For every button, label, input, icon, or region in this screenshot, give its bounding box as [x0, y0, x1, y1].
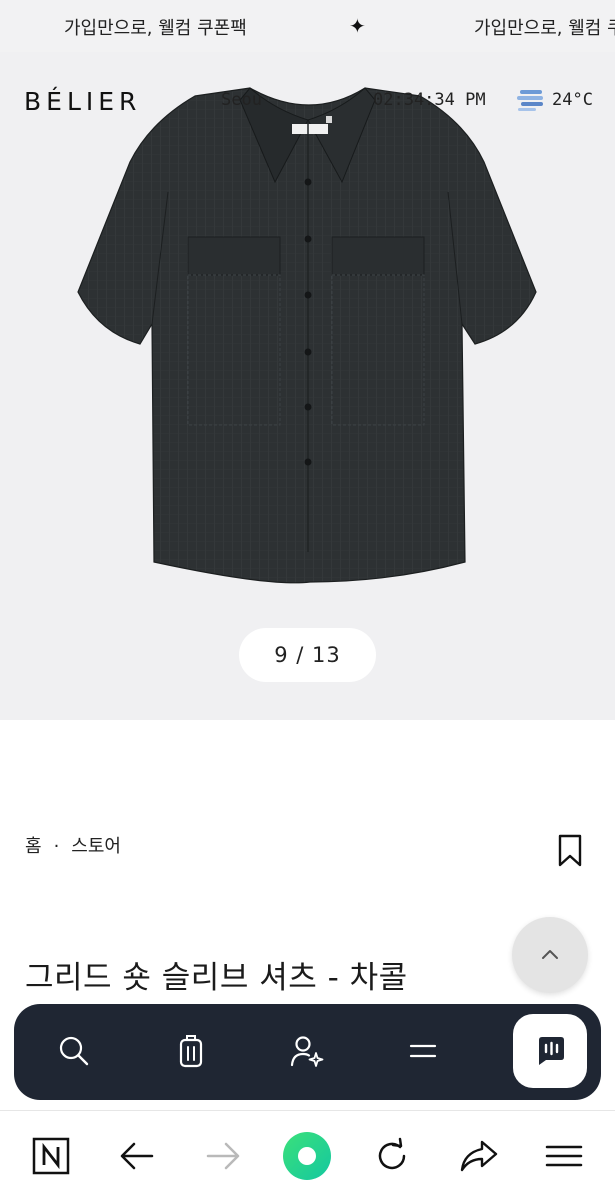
browser-forward-button[interactable] — [198, 1131, 248, 1181]
forward-arrow-icon — [206, 1142, 240, 1170]
refresh-icon — [378, 1137, 406, 1170]
browser-share-button[interactable] — [454, 1131, 504, 1181]
page: 가입만으로, 웰컴 쿠폰팩 ✦ 가입만으로, 웰컴 쿠 BÉLIER Seou … — [0, 0, 615, 1200]
marquee-text-2: 가입만으로, 웰컴 쿠 — [474, 18, 615, 39]
share-icon — [460, 1140, 498, 1172]
product-image[interactable] — [70, 82, 545, 587]
browser-refresh-button[interactable] — [367, 1131, 417, 1181]
hamburger-icon — [545, 1145, 583, 1167]
temperature: 24°C — [552, 90, 593, 110]
sparkle-icon: ✦ — [349, 14, 366, 38]
shopping-bag-icon — [179, 1035, 203, 1068]
chat-button[interactable] — [513, 1014, 587, 1088]
browser-menu-button[interactable] — [539, 1131, 589, 1181]
site-header: BÉLIER Seou 02:34:34 PM 24°C — [0, 82, 615, 122]
marquee-text-1: 가입만으로, 웰컴 쿠폰팩 — [64, 18, 247, 39]
promo-marquee[interactable]: 가입만으로, 웰컴 쿠폰팩 ✦ 가입만으로, 웰컴 쿠 — [0, 0, 615, 52]
clock: 02:34:34 PM — [373, 90, 486, 110]
breadcrumb-home[interactable]: 홈 — [25, 836, 42, 857]
nav-account-button[interactable] — [284, 1028, 330, 1074]
browser-home-button[interactable] — [26, 1131, 76, 1181]
naver-n-icon — [32, 1137, 70, 1175]
city-label: Seou — [221, 90, 262, 110]
browser-green-dot-button[interactable] — [282, 1131, 332, 1181]
bookmark-icon[interactable] — [556, 834, 584, 868]
scroll-to-top-button[interactable] — [512, 917, 588, 993]
back-arrow-icon — [120, 1142, 154, 1170]
product-title: 그리드 숏 슬리브 셔츠 - 차콜 — [25, 960, 408, 996]
product-gallery[interactable]: BÉLIER Seou 02:34:34 PM 24°C 9 / 13 — [0, 52, 615, 720]
breadcrumb-separator: · — [53, 836, 60, 857]
menu-icon — [409, 1044, 437, 1058]
nav-bag-button[interactable] — [168, 1028, 214, 1074]
user-sparkle-icon — [290, 1036, 324, 1067]
bottom-nav — [14, 1004, 601, 1100]
chevron-up-icon — [542, 950, 558, 959]
green-dot-icon — [283, 1132, 331, 1180]
breadcrumb-store[interactable]: 스토어 — [71, 836, 121, 857]
nav-menu-button[interactable] — [400, 1028, 446, 1074]
brand-logo[interactable]: BÉLIER — [24, 87, 141, 116]
fog-icon — [517, 90, 543, 111]
nav-search-button[interactable] — [51, 1028, 97, 1074]
browser-back-button[interactable] — [112, 1131, 162, 1181]
breadcrumb: 홈 · 스토어 — [25, 832, 121, 858]
image-counter: 9 / 13 — [239, 628, 376, 682]
browser-toolbar — [0, 1110, 615, 1200]
chat-icon — [539, 1037, 564, 1065]
search-icon — [59, 1036, 89, 1066]
